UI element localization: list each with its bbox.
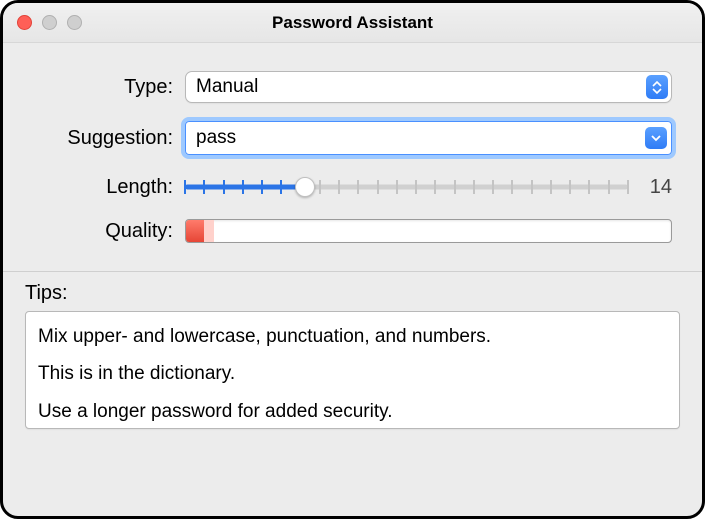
slider-track-fill [185, 185, 305, 190]
popup-arrows-icon [646, 75, 668, 99]
quality-fill-strong [186, 220, 204, 242]
tips-line: Use a longer password for added security… [38, 397, 667, 426]
tips-box: Mix upper- and lowercase, punctuation, a… [25, 311, 680, 429]
type-selected-value: Manual [196, 76, 258, 98]
suggestion-label: Suggestion: [33, 127, 185, 150]
form-area: Type: Manual Suggestion: [3, 43, 702, 265]
type-popup[interactable]: Manual [185, 71, 672, 103]
quality-label: Quality: [33, 220, 185, 243]
tips-line: This is in the dictionary. [38, 359, 667, 388]
window: Password Assistant Type: Manual Suggesti… [0, 0, 705, 519]
quality-meter [185, 219, 672, 243]
titlebar: Password Assistant [3, 3, 702, 43]
chevron-down-icon [651, 135, 661, 142]
type-label: Type: [33, 76, 185, 99]
quality-fill-weak [204, 220, 214, 242]
length-row: Length: 14 [33, 173, 672, 201]
quality-row: Quality: [33, 219, 672, 243]
suggestion-combobox[interactable] [185, 121, 672, 155]
suggestion-input[interactable] [186, 122, 671, 154]
length-label: Length: [33, 176, 185, 199]
slider-thumb[interactable] [295, 177, 315, 197]
tips-area: Tips: Mix upper- and lowercase, punctuat… [3, 272, 702, 429]
type-row: Type: Manual [33, 71, 672, 103]
suggestion-row: Suggestion: [33, 121, 672, 155]
length-slider[interactable] [185, 173, 628, 201]
length-value: 14 [628, 176, 672, 199]
tips-line: Mix upper- and lowercase, punctuation, a… [38, 322, 667, 351]
window-title: Password Assistant [3, 13, 702, 33]
tips-label: Tips: [25, 282, 680, 305]
suggestion-dropdown-button[interactable] [645, 127, 667, 149]
